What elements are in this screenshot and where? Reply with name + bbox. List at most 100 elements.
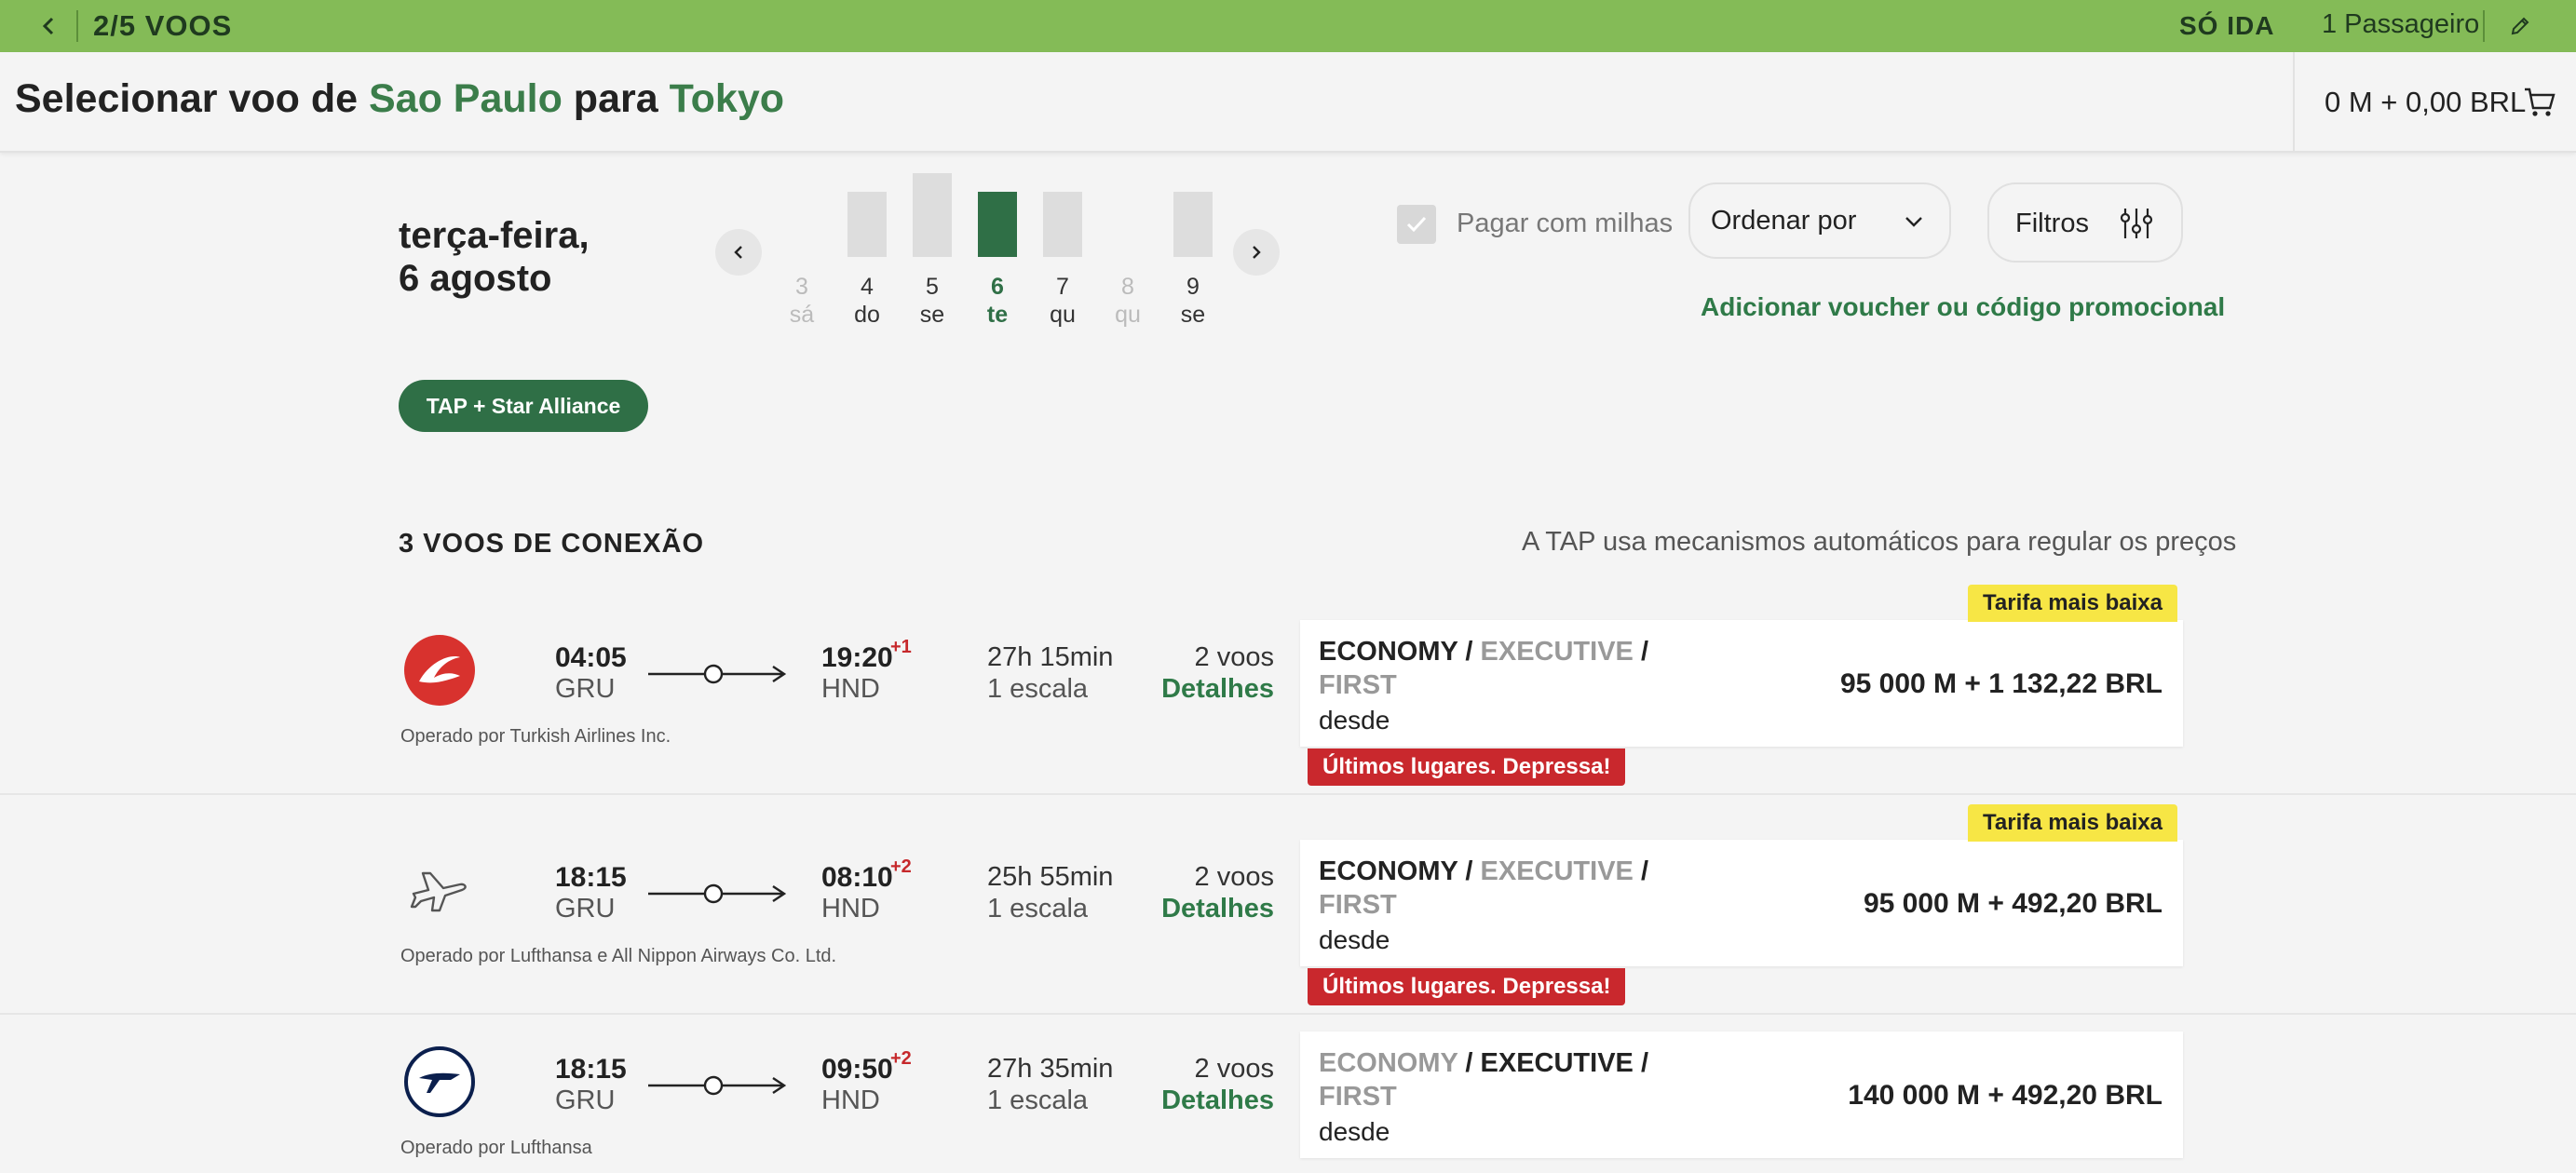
date-number[interactable]: 5	[909, 274, 956, 301]
results-title: 3 VOOS DE CONEXÃO	[399, 529, 705, 559]
filters-button[interactable]: Filtros	[1987, 182, 2183, 263]
pay-with-miles-label: Pagar com milhas	[1457, 209, 1674, 238]
sliders-icon	[2120, 209, 2153, 238]
date-number[interactable]: 9	[1170, 274, 1216, 301]
sort-label: Ordenar por	[1711, 206, 1857, 236]
day-offset: +2	[890, 1048, 912, 1069]
flight-duration: 27h 35min	[987, 1054, 1114, 1084]
selected-date: 6 agosto	[399, 258, 552, 299]
cart-total[interactable]: 0 M + 0,00 BRL	[2325, 86, 2526, 119]
pay-with-miles-checkbox[interactable]	[1397, 205, 1436, 244]
segments-count: 2 voos	[1194, 862, 1274, 892]
date-weekday: qu	[1115, 302, 1141, 328]
airplane-icon	[402, 853, 477, 927]
date-bar-6[interactable]	[978, 192, 1017, 257]
details-link[interactable]: Detalhes	[1144, 674, 1274, 705]
day-offset: +1	[890, 637, 912, 657]
date-number[interactable]: 4	[844, 274, 890, 301]
fare-class-first: FIRST	[1319, 890, 1397, 920]
prev-dates-button[interactable]	[715, 229, 762, 276]
lowest-fare-badge: Tarifa mais baixa	[1968, 804, 2177, 842]
fare-classes: ECONOMY / EXECUTIVE / FIRST	[1319, 855, 1710, 922]
chevron-down-icon	[1905, 217, 1922, 227]
fare-classes: ECONOMY / EXECUTIVE / FIRST	[1319, 1046, 1710, 1113]
date-number[interactable]: 7	[1039, 274, 1086, 301]
row-divider	[0, 793, 2576, 795]
divider	[76, 10, 78, 42]
origin-city: Sao Paulo	[368, 76, 563, 121]
lowest-fare-badge: Tarifa mais baixa	[1968, 585, 2177, 622]
arrival-time: 09:50	[821, 1054, 893, 1085]
operated-by: Operado por Turkish Airlines Inc.	[400, 726, 671, 747]
last-seats-badge: Últimos lugares. Depressa!	[1308, 968, 1626, 1005]
date-weekday: sá	[789, 302, 815, 328]
day-offset: +2	[890, 856, 912, 877]
voucher-link[interactable]: Adicionar voucher ou código promocional	[1701, 292, 2225, 322]
from-label: desde	[1319, 706, 1390, 735]
destination-city: Tokyo	[669, 76, 785, 121]
pencil-icon[interactable]	[2505, 11, 2535, 41]
fare-classes: ECONOMY / EXECUTIVE / FIRST	[1319, 635, 1710, 702]
date-bar-5[interactable]	[913, 173, 952, 257]
flight-duration: 27h 15min	[987, 642, 1114, 672]
details-link[interactable]: Detalhes	[1144, 1085, 1274, 1116]
arrival-time: 08:10	[821, 862, 893, 893]
arrival-time: 19:20	[821, 642, 893, 673]
fare-card[interactable]: ECONOMY / EXECUTIVE / FIRST desde 140 000…	[1300, 1031, 2183, 1158]
date-weekday[interactable]: te	[974, 302, 1021, 329]
departure-airport: GRU	[555, 894, 616, 924]
date-bar-7[interactable]	[1043, 192, 1082, 257]
from-label: desde	[1319, 925, 1390, 954]
fare-price: 95 000 M + 492,20 BRL	[1863, 888, 2162, 919]
separator: /	[1465, 1048, 1473, 1078]
pricing-note: A TAP usa mecanismos automáticos para re…	[1522, 527, 2237, 557]
date-number[interactable]: 6	[974, 274, 1021, 301]
alliance-filter-chip[interactable]: TAP + Star Alliance	[399, 380, 648, 432]
page-title: Selecionar voo de Sao Paulo para Tokyo	[15, 76, 784, 122]
chevron-left-icon	[734, 246, 742, 259]
separator: /	[1640, 1048, 1649, 1078]
date-bar-9[interactable]	[1173, 192, 1213, 257]
chevron-right-icon	[1253, 246, 1261, 259]
date-bar-4[interactable]	[847, 192, 887, 257]
departure-time: 18:15	[555, 1054, 627, 1085]
fare-price: 95 000 M + 1 132,22 BRL	[1839, 668, 2162, 699]
date-weekday[interactable]: se	[909, 302, 956, 329]
fare-class-executive: EXECUTIVE	[1480, 637, 1634, 667]
sort-dropdown[interactable]: Ordenar por	[1688, 182, 1951, 259]
segments-count: 2 voos	[1194, 1054, 1274, 1084]
date-weekday[interactable]: do	[844, 302, 890, 329]
divider	[2483, 10, 2485, 42]
next-dates-button[interactable]	[1233, 229, 1280, 276]
flight-duration: 25h 55min	[987, 862, 1114, 892]
fare-price: 140 000 M + 492,20 BRL	[1848, 1080, 2162, 1111]
fare-card[interactable]: ECONOMY / EXECUTIVE / FIRST desde 95 000 …	[1300, 620, 2183, 747]
divider	[2293, 52, 2295, 151]
operated-by: Operado por Lufthansa	[400, 1138, 592, 1158]
selected-date-label: terça-feira, 6 agosto	[399, 214, 590, 300]
title-middle: para	[562, 76, 670, 121]
fare-card[interactable]: ECONOMY / EXECUTIVE / FIRST desde 95 000 …	[1300, 840, 2183, 966]
arrival-airport: HND	[821, 894, 880, 924]
fare-class-economy: ECONOMY	[1319, 637, 1458, 667]
fare-class-economy: ECONOMY	[1319, 856, 1458, 886]
step-indicator: 2/5 VOOS	[93, 9, 233, 42]
row-divider	[0, 1013, 2576, 1015]
route-arrow-icon	[648, 1075, 786, 1096]
filters-label: Filtros	[2015, 209, 2089, 238]
chevron-left-icon[interactable]	[34, 11, 63, 41]
date-weekday[interactable]: qu	[1039, 302, 1086, 329]
fare-class-economy: ECONOMY	[1319, 1048, 1458, 1078]
fare-class-first: FIRST	[1319, 1082, 1397, 1112]
separator: /	[1640, 637, 1649, 667]
departure-time: 18:15	[555, 862, 627, 893]
turkish-airlines-logo	[402, 633, 477, 708]
date-weekday[interactable]: se	[1170, 302, 1216, 329]
cart-icon[interactable]	[2522, 84, 2557, 119]
check-icon	[1406, 216, 1427, 233]
page-header: Selecionar voo de Sao Paulo para Tokyo 0…	[0, 52, 2576, 153]
details-link[interactable]: Detalhes	[1144, 894, 1274, 924]
departure-time: 04:05	[555, 642, 627, 673]
passenger-count: 1 Passageiro	[2322, 9, 2480, 39]
title-prefix: Selecionar voo de	[15, 76, 369, 121]
